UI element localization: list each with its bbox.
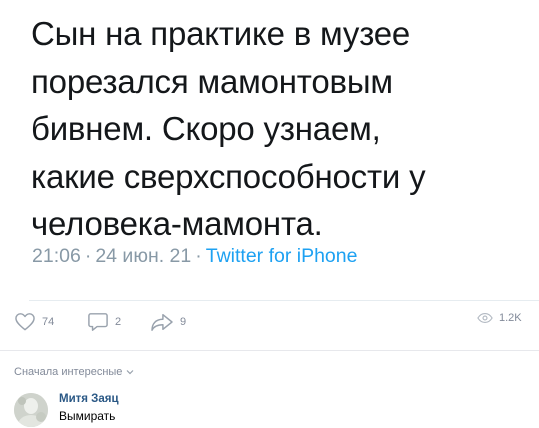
comment-count: 2 xyxy=(115,316,122,328)
share-count: 9 xyxy=(180,316,187,328)
eye-icon xyxy=(477,312,493,324)
tweet-text-line: бивнем. Скоро узнаем, xyxy=(31,110,381,147)
post-actions: 74 2 9 1.2K xyxy=(0,312,539,334)
meta-separator: · xyxy=(195,245,202,267)
tweet-text: Сын на практике в музее порезался мамонт… xyxy=(31,10,531,248)
tweet-time: 21:06 xyxy=(32,245,81,267)
comments-sort-dropdown[interactable]: Сначала интересные xyxy=(14,366,134,378)
views-count: 1.2K xyxy=(499,312,522,324)
tweet-meta: 21:06 · 24 июн. 21 · Twitter for iPhone xyxy=(32,245,357,268)
views-indicator: 1.2K xyxy=(477,312,522,324)
share-icon xyxy=(150,312,174,332)
like-button[interactable]: 74 xyxy=(14,312,54,331)
sort-label: Сначала интересные xyxy=(14,366,123,378)
tweet-text-line: порезался мамонтовым xyxy=(31,62,393,100)
tweet-text-line: какие сверхспособности у xyxy=(31,157,426,195)
divider xyxy=(0,350,539,351)
comment-text: Вымирать xyxy=(59,409,116,423)
heart-icon xyxy=(14,312,36,331)
divider xyxy=(29,300,539,301)
comment-item: Митя Заяц Вымирать xyxy=(14,391,534,427)
comment-icon xyxy=(87,312,109,332)
like-count: 74 xyxy=(42,315,55,328)
tweet-text-line: человека-мамонта. xyxy=(31,205,323,242)
avatar[interactable] xyxy=(14,393,48,427)
comment-author[interactable]: Митя Заяц xyxy=(59,393,119,405)
comment-button[interactable]: 2 xyxy=(87,312,121,332)
chevron-down-icon xyxy=(126,366,134,378)
tweet-source: Twitter for iPhone xyxy=(205,245,358,267)
tweet-date: 24 июн. 21 xyxy=(95,245,192,267)
share-button[interactable]: 9 xyxy=(150,312,186,332)
meta-separator: · xyxy=(84,245,92,267)
tweet-text-line: Сын на практике в музее xyxy=(31,15,411,52)
